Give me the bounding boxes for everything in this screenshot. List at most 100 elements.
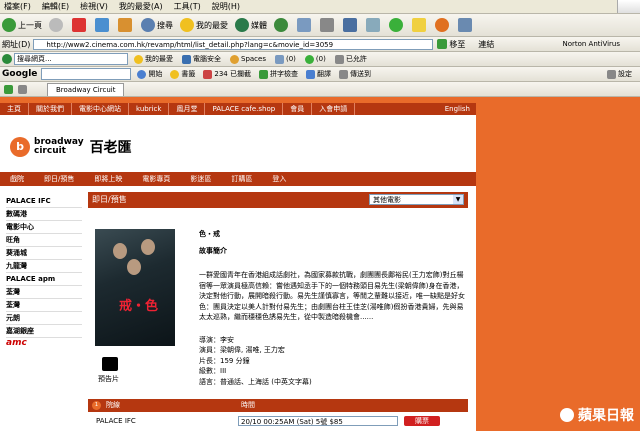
nav-join[interactable]: 入會申請 — [312, 103, 356, 115]
nav-film-centre[interactable]: 電影中心網站 — [72, 103, 129, 115]
google-logo[interactable]: Google — [2, 69, 37, 79]
web-search-input[interactable]: 搜尋網頁... — [14, 53, 128, 65]
google-spellcheck-button[interactable]: 拼字檢查 — [258, 69, 298, 79]
showtime-col-cinema: 院線 — [106, 401, 120, 409]
cinema-nav-cinemas[interactable]: 戲院 — [0, 174, 34, 184]
cinema-nav-login[interactable]: 登入 — [262, 174, 296, 184]
nav-english[interactable]: English — [438, 103, 476, 115]
history-button[interactable] — [274, 18, 290, 32]
stop-icon — [72, 18, 86, 32]
home-button[interactable] — [118, 18, 134, 32]
links-item-label: 我的最愛 — [145, 55, 173, 63]
cinema-item[interactable]: PALACE apm — [6, 273, 82, 286]
menu-view[interactable]: 檢視(V) — [80, 1, 108, 12]
links-item-label: 已允許 — [345, 55, 367, 63]
showtime-col-time: 時間 — [241, 401, 255, 409]
discuss-button[interactable] — [366, 18, 382, 32]
search-icon — [141, 18, 155, 32]
edit-button[interactable] — [343, 18, 359, 32]
cinema-item[interactable]: 元朗 — [6, 312, 82, 325]
logo-line2: circuit — [34, 146, 66, 156]
poster-face — [141, 239, 155, 255]
toolbar-extra-button[interactable] — [458, 18, 474, 32]
links-item-spaces[interactable]: Spaces — [230, 54, 266, 64]
google-toolbar: Google 開始 書籤 234 已攔截 拼字檢查 翻譯 傳送到 設定 — [0, 67, 640, 82]
google-translate-button[interactable]: 翻譯 — [305, 69, 331, 79]
links-item-favorites[interactable]: 我的最愛 — [134, 54, 173, 64]
back-arrow-icon — [2, 18, 16, 32]
cinema-nav-booking[interactable]: 訂購區 — [221, 174, 262, 184]
cinema-item[interactable]: 旺角 — [6, 234, 82, 247]
links-item-allowed[interactable]: 已允許 — [334, 54, 367, 64]
links-item-security[interactable]: 電腦安全 — [182, 54, 221, 64]
menu-help[interactable]: 說明(H) — [212, 1, 240, 12]
google-go-button[interactable]: 開始 — [137, 69, 162, 79]
amc-logo[interactable]: amc — [6, 338, 82, 350]
messenger-icon — [304, 54, 314, 64]
search-button[interactable]: 搜尋 — [141, 18, 173, 32]
menu-file[interactable]: 檔案(F) — [4, 1, 31, 12]
cinema-item[interactable]: 電影中心 — [6, 221, 82, 234]
nav-home[interactable]: 主頁 — [0, 103, 29, 115]
other-movies-select[interactable]: 其他電影 ▼ — [369, 194, 464, 205]
nav-palace-cafe[interactable]: PALACE cafe.shop — [205, 103, 284, 115]
menu-edit[interactable]: 編輯(E) — [42, 1, 69, 12]
mail-icon — [297, 18, 311, 32]
back-button[interactable]: 上一頁 — [2, 18, 42, 32]
media-button[interactable]: 媒體 — [235, 18, 267, 32]
nav-about[interactable]: 關於我們 — [29, 103, 72, 115]
cinema-item[interactable]: 荃灣 — [6, 299, 82, 312]
nav-member[interactable]: 會員 — [283, 103, 313, 115]
showtime-select[interactable]: 20/10 00:25AM (Sat) 5號 $85 — [238, 416, 398, 426]
links-label[interactable]: 連結 — [478, 39, 494, 50]
cinema-item[interactable]: 嘉湖銀座 — [6, 325, 82, 338]
google-send-button[interactable]: 傳送到 — [338, 69, 371, 79]
menu-bar: 檔案(F) 編輯(E) 檢視(V) 我的最愛(A) 工具(T) 說明(H) — [0, 0, 640, 14]
cinema-nav-now-showing[interactable]: 即日/預售 — [34, 174, 84, 184]
google-settings-button[interactable]: 設定 — [607, 69, 632, 79]
menu-favorites[interactable]: 我的最愛(A) — [119, 1, 163, 12]
messenger-button[interactable] — [389, 18, 405, 32]
favorites-button[interactable]: 我的最愛 — [180, 18, 228, 32]
showtime-number: 1 — [92, 401, 101, 410]
basketball-button[interactable] — [435, 18, 451, 32]
links-item-messenger[interactable]: (0) — [304, 54, 326, 64]
nav-fungyuen[interactable]: 鳳月堂 — [169, 103, 206, 115]
mail-button[interactable] — [297, 18, 313, 32]
google-bookmarks-button[interactable]: 書籤 — [170, 69, 195, 79]
mail-icon — [274, 54, 284, 64]
nav-kubrick[interactable]: kubrick — [129, 103, 170, 115]
cinema-nav-film-pages[interactable]: 電影專頁 — [132, 174, 180, 184]
tab-broadway-circuit[interactable]: Broadway Circuit — [47, 82, 125, 96]
google-search-input[interactable] — [41, 68, 132, 80]
address-input[interactable]: http://www2.cinema.com.hk/revamp/html/li… — [33, 38, 434, 50]
search-label: 搜尋 — [157, 20, 173, 30]
cinema-item[interactable]: PALACE IFC — [6, 195, 82, 208]
broadway-circuit-logo[interactable]: b broadway circuit 百老匯 — [10, 137, 132, 157]
menu-tools[interactable]: 工具(T) — [174, 1, 201, 12]
watermark-text: 蘋果日報 — [578, 408, 634, 424]
stop-button[interactable] — [72, 18, 88, 32]
print-button[interactable] — [320, 18, 336, 32]
tab-favorites-icon[interactable] — [4, 84, 13, 94]
cinema-nav-coming-soon[interactable]: 即將上映 — [84, 174, 132, 184]
google-popup-blocked[interactable]: 234 已攔截 — [203, 69, 251, 79]
spellcheck-icon — [258, 69, 268, 79]
trailer-link[interactable]: 預告片 — [98, 374, 119, 384]
go-button[interactable]: 移至 — [437, 39, 465, 50]
links-item-mail[interactable]: (0) — [274, 54, 296, 64]
cinema-item[interactable]: 葵涌城 — [6, 247, 82, 260]
cinema-nav-fan-zone[interactable]: 影迷區 — [180, 174, 221, 184]
tab-list-icon[interactable] — [18, 84, 27, 94]
cinema-item[interactable]: 數碼港 — [6, 208, 82, 221]
buy-ticket-button[interactable]: 購票 — [404, 416, 440, 426]
note-button[interactable] — [412, 18, 428, 32]
movie-camera-icon[interactable] — [102, 357, 118, 371]
cinema-item[interactable]: 九龍灣 — [6, 260, 82, 273]
forward-button[interactable] — [49, 18, 65, 32]
star-icon — [170, 69, 180, 79]
cinema-item[interactable]: 荃灣 — [6, 286, 82, 299]
google-settings-label: 設定 — [618, 70, 632, 78]
refresh-button[interactable] — [95, 18, 111, 32]
norton-antivirus[interactable]: Norton AntiVirus — [562, 40, 620, 48]
